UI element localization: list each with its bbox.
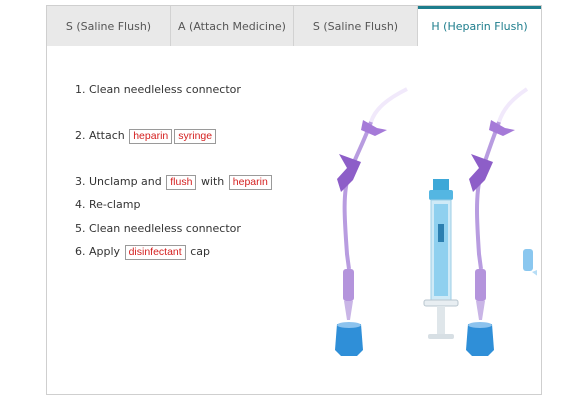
step-5-text: 5. Clean needleless connector [75,222,241,235]
chip-disinfectant[interactable]: disinfectant [124,245,186,260]
step-2-prefix: 2. Attach [75,129,125,142]
step-3-prefix: 3. Unclamp and [75,175,162,188]
tab-bar: S (Saline Flush) A (Attach Medicine) S (… [47,6,541,47]
tab-attach-medicine[interactable]: A (Attach Medicine) [171,6,294,46]
step-4-text: 4. Re-clamp [75,198,141,211]
step-5: 5. Clean needleless connector [75,221,241,237]
step-3: 3. Unclamp and flush with heparin [75,174,273,190]
chip-heparin-2[interactable]: heparin [228,175,272,190]
step-6-prefix: 6. Apply [75,245,121,258]
tab-saline-flush-2[interactable]: S (Saline Flush) [294,6,418,46]
procedure-illustration [335,87,537,356]
chip-flush[interactable]: flush [166,175,197,190]
disinfectant-cap-icon [523,249,537,276]
step-2: 2. Attach heparin syringe [75,128,217,144]
chip-syringe[interactable]: syringe [174,129,217,144]
step-3-mid: with [200,175,225,188]
iv-line-with-cap-illustration [466,87,529,356]
step-1-text: 1. Clean needleless connector [75,83,241,96]
step-1: 1. Clean needleless connector [75,82,241,98]
procedure-panel: S (Saline Flush) A (Attach Medicine) S (… [46,5,542,395]
step-4: 4. Re-clamp [75,197,140,213]
step-6-suffix: cap [190,245,210,258]
step-6: 6. Apply disinfectant cap [75,244,210,260]
chip-heparin[interactable]: heparin [129,129,173,144]
iv-line-illustration [335,87,408,356]
syringe-illustration [423,179,459,339]
tab-saline-flush-1[interactable]: S (Saline Flush) [47,6,171,46]
tab-heparin-flush[interactable]: H (Heparin Flush) [418,6,541,47]
